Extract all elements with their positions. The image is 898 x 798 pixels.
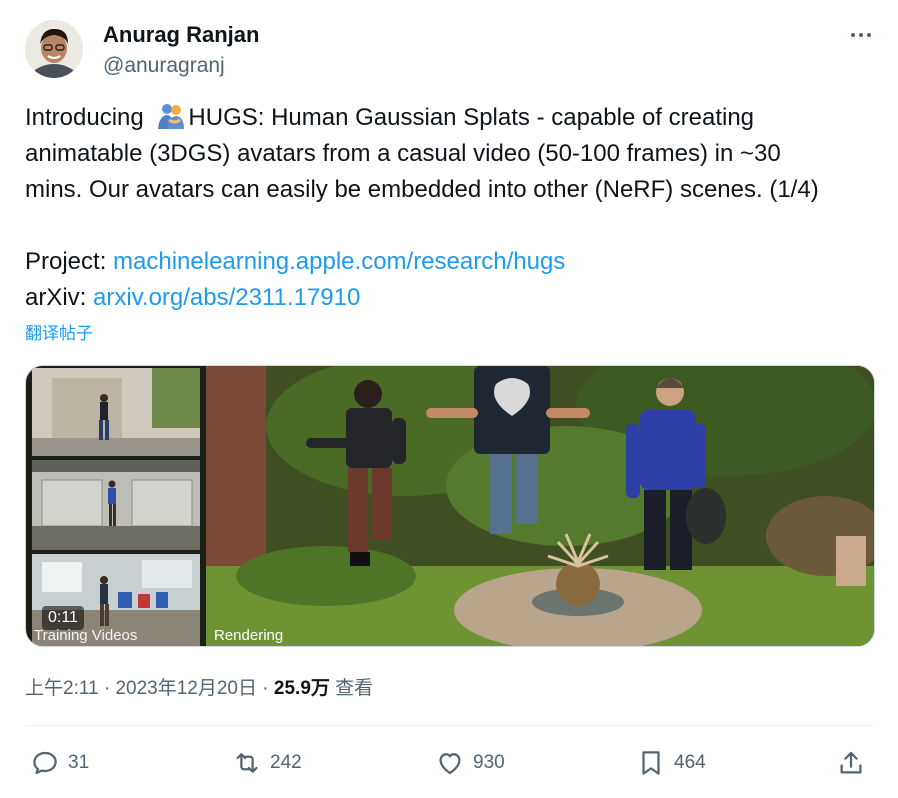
bookmark-icon bbox=[642, 751, 660, 775]
project-line: Project: machinelearning.apple.com/resea… bbox=[25, 244, 885, 280]
tweet-line-2: animatable (3DGS) avatars from a casual … bbox=[25, 140, 781, 167]
more-options-button[interactable] bbox=[838, 20, 884, 50]
more-dot-icon bbox=[859, 33, 863, 37]
divider bbox=[25, 725, 875, 726]
translate-post-link[interactable]: 翻译帖子 bbox=[25, 322, 93, 346]
share-icon bbox=[840, 751, 862, 774]
repost-button[interactable]: 242 bbox=[232, 746, 302, 780]
tweet-text: Introducing HUGS: Human Gaussian Splats … bbox=[25, 100, 885, 316]
arxiv-line: arXiv: arxiv.org/abs/2311.17910 bbox=[25, 280, 885, 316]
repost-icon bbox=[236, 753, 258, 773]
rendering-label: Rendering bbox=[214, 627, 284, 644]
more-dot-icon bbox=[851, 33, 855, 37]
tweet-date[interactable]: 2023年12月20日 bbox=[115, 678, 257, 699]
avatar[interactable] bbox=[25, 20, 83, 78]
like-count: 930 bbox=[473, 752, 505, 773]
user-handle[interactable]: @anuragranj bbox=[103, 52, 225, 80]
tweet-line-3: mins. Our avatars can easily be embedded… bbox=[25, 176, 819, 203]
tweet-text-segment: Introducing bbox=[25, 104, 151, 131]
tweet-text-segment: HUGS: Human Gaussian Splats - capable of… bbox=[188, 104, 755, 131]
meta-separator: · bbox=[98, 678, 116, 699]
reply-count: 31 bbox=[68, 752, 90, 773]
arxiv-link[interactable]: arxiv.org/abs/2311.17910 bbox=[93, 284, 360, 311]
people-hugging-icon bbox=[158, 104, 185, 129]
repost-count: 242 bbox=[270, 752, 302, 773]
more-dot-icon bbox=[867, 33, 871, 37]
training-video-thumbnail-1 bbox=[32, 368, 200, 456]
project-link[interactable]: machinelearning.apple.com/research/hugs bbox=[113, 248, 565, 275]
reply-button[interactable]: 31 bbox=[30, 746, 89, 780]
heart-icon bbox=[439, 753, 461, 775]
share-button[interactable] bbox=[836, 746, 866, 780]
tweet-card: Anurag Ranjan @anuragranj Introducing HU… bbox=[0, 0, 898, 798]
training-video-thumbnail-2 bbox=[32, 460, 200, 550]
bookmark-count: 464 bbox=[674, 752, 706, 773]
training-videos-label: Training Videos bbox=[34, 627, 138, 644]
views-label: 查看 bbox=[329, 678, 374, 699]
bookmark-button[interactable]: 464 bbox=[636, 746, 706, 780]
like-button[interactable]: 930 bbox=[435, 746, 505, 780]
views-count[interactable]: 25.9万 bbox=[274, 678, 330, 699]
tweet-meta: 上午2:11 · 2023年12月20日 · 25.9万 查看 bbox=[25, 676, 373, 702]
tweet-line-1: Introducing HUGS: Human Gaussian Splats … bbox=[25, 100, 885, 136]
rendering-video-frame bbox=[206, 366, 874, 646]
reply-icon bbox=[33, 751, 57, 775]
display-name[interactable]: Anurag Ranjan bbox=[103, 20, 259, 50]
meta-separator: · bbox=[257, 678, 274, 699]
video-player[interactable]: 0:11 Training Videos Rendering bbox=[25, 365, 875, 647]
project-label: Project: bbox=[25, 248, 114, 275]
arxiv-label: arXiv: bbox=[25, 284, 94, 311]
tweet-time[interactable]: 上午2:11 bbox=[25, 678, 99, 699]
